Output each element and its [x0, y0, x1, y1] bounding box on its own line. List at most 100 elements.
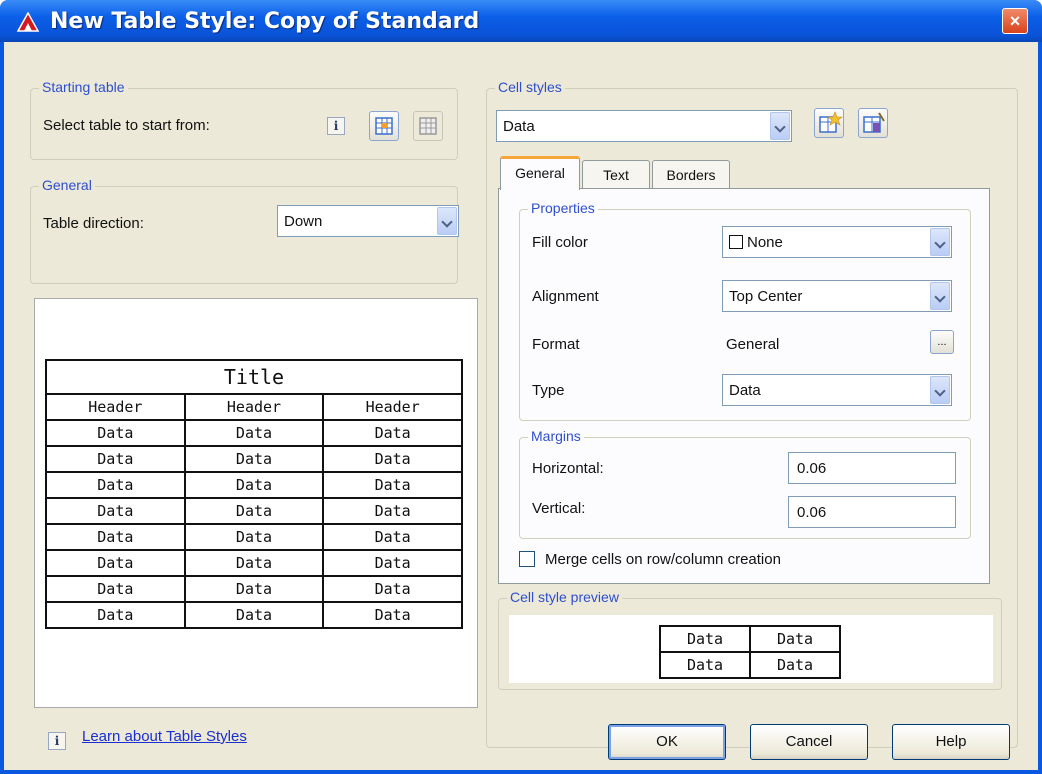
data-cell: Data: [45, 445, 186, 473]
starting-table-group: Starting table Select table to start fro…: [30, 79, 458, 160]
cell-preview-table: Data Data Data Data: [659, 625, 841, 679]
table-row: Data Data Data: [45, 419, 463, 447]
new-cell-style-icon: [819, 111, 843, 133]
data-cell: Data: [45, 575, 186, 603]
tab-borders[interactable]: Borders: [652, 160, 730, 190]
alignment-select[interactable]: Top Center: [722, 280, 952, 312]
manage-cell-styles-button[interactable]: [858, 108, 888, 138]
table-remove-icon: [419, 117, 437, 135]
general-group: General Table direction: Down: [30, 177, 459, 284]
vertical-margin-input[interactable]: 0.06: [788, 496, 956, 528]
cell-styles-group-title: Cell styles: [495, 79, 565, 95]
data-cell: Data: [322, 471, 463, 499]
table-row: Data Data Data: [45, 497, 463, 525]
header-cell: Header: [45, 393, 186, 421]
cancel-button[interactable]: Cancel: [750, 724, 868, 760]
preview-cell: Data: [659, 651, 751, 679]
chevron-down-icon[interactable]: [930, 228, 950, 256]
data-cell: Data: [322, 523, 463, 551]
merge-cells-checkbox[interactable]: [519, 551, 535, 567]
table-title-row: Title: [45, 359, 463, 395]
info-icon: i: [48, 732, 66, 750]
data-cell: Data: [322, 601, 463, 629]
horizontal-margin-input[interactable]: 0.06: [788, 452, 956, 484]
table-row: Data Data Data: [45, 445, 463, 473]
general-tab-panel: Properties Fill color None Alignment Top…: [498, 188, 990, 584]
table-direction-label: Table direction:: [43, 215, 144, 232]
table-direction-value: Down: [284, 213, 323, 230]
fill-color-select[interactable]: None: [722, 226, 952, 258]
data-cell: Data: [45, 549, 186, 577]
margins-group-title: Margins: [528, 428, 584, 444]
preview-cell: Data: [749, 651, 841, 679]
data-cell: Data: [45, 523, 186, 551]
table-row: Data Data Data: [45, 523, 463, 551]
table-direction-select[interactable]: Down: [277, 205, 459, 237]
format-label: Format: [532, 336, 580, 353]
table-row: Data Data: [659, 625, 841, 653]
autocad-app-icon: [16, 12, 40, 32]
preview-cell: Data: [749, 625, 841, 653]
alignment-label: Alignment: [532, 288, 599, 305]
type-select[interactable]: Data: [722, 374, 952, 406]
chevron-down-icon[interactable]: [930, 376, 950, 404]
data-cell: Data: [322, 419, 463, 447]
fill-color-label: Fill color: [532, 234, 588, 251]
table-row: Data Data Data: [45, 549, 463, 577]
type-label: Type: [532, 382, 565, 399]
data-cell: Data: [183, 445, 325, 473]
chevron-down-icon[interactable]: [930, 282, 950, 310]
data-cell: Data: [183, 497, 325, 525]
table-row: Data Data Data: [45, 601, 463, 629]
table-row: Data Data: [659, 651, 841, 679]
data-cell: Data: [322, 445, 463, 473]
chevron-down-icon[interactable]: [770, 112, 790, 140]
cell-style-preview-group-title: Cell style preview: [507, 589, 622, 605]
color-swatch-icon: [729, 235, 743, 249]
create-cell-style-button[interactable]: [814, 108, 844, 138]
fill-color-value: None: [729, 234, 783, 251]
tab-general[interactable]: General: [500, 156, 580, 190]
title-bar[interactable]: New Table Style: Copy of Standard ×: [0, 0, 1042, 42]
data-cell: Data: [45, 497, 186, 525]
header-cell: Header: [322, 393, 463, 421]
properties-group-title: Properties: [528, 200, 598, 216]
help-button[interactable]: Help: [892, 724, 1010, 760]
data-cell: Data: [183, 471, 325, 499]
dialog-window: New Table Style: Copy of Standard × Star…: [0, 0, 1042, 774]
select-table-label: Select table to start from:: [43, 117, 210, 134]
data-cell: Data: [45, 601, 186, 629]
header-cell: Header: [183, 393, 325, 421]
vertical-margin-label: Vertical:: [532, 500, 586, 517]
table-row: Data Data Data: [45, 575, 463, 603]
table-style-preview: Title Header Header Header Data Data Dat…: [34, 298, 478, 708]
type-value: Data: [729, 382, 761, 399]
fill-color-text: None: [747, 234, 783, 251]
learn-table-styles-link[interactable]: Learn about Table Styles: [82, 728, 247, 745]
remove-table-button[interactable]: [413, 111, 443, 141]
table-header-row: Header Header Header: [45, 393, 463, 421]
format-ellipsis-button[interactable]: ...: [930, 330, 954, 354]
vertical-margin-value: 0.06: [797, 504, 827, 521]
cell-style-select[interactable]: Data: [496, 110, 792, 142]
margins-group: Margins Horizontal: 0.06 Vertical: 0.06: [519, 428, 971, 539]
horizontal-margin-value: 0.06: [797, 460, 827, 477]
preview-cell: Data: [659, 625, 751, 653]
data-cell: Data: [183, 549, 325, 577]
cell-style-preview-group: Cell style preview Data Data Data Data: [498, 589, 1002, 690]
alignment-value: Top Center: [729, 288, 803, 305]
data-cell: Data: [183, 523, 325, 551]
ok-button[interactable]: OK: [608, 724, 726, 760]
table-pick-icon: [375, 117, 393, 135]
select-table-button[interactable]: [369, 111, 399, 141]
merge-cells-label[interactable]: Merge cells on row/column creation: [545, 551, 781, 568]
info-icon[interactable]: i: [327, 117, 345, 135]
properties-group: Properties Fill color None Alignment Top…: [519, 200, 971, 421]
format-value: General: [726, 336, 780, 353]
tab-text[interactable]: Text: [582, 160, 650, 190]
close-button[interactable]: ×: [1002, 8, 1028, 34]
data-cell: Data: [322, 497, 463, 525]
starting-table-group-title: Starting table: [39, 79, 128, 95]
general-group-title: General: [39, 177, 95, 193]
chevron-down-icon[interactable]: [437, 207, 457, 235]
